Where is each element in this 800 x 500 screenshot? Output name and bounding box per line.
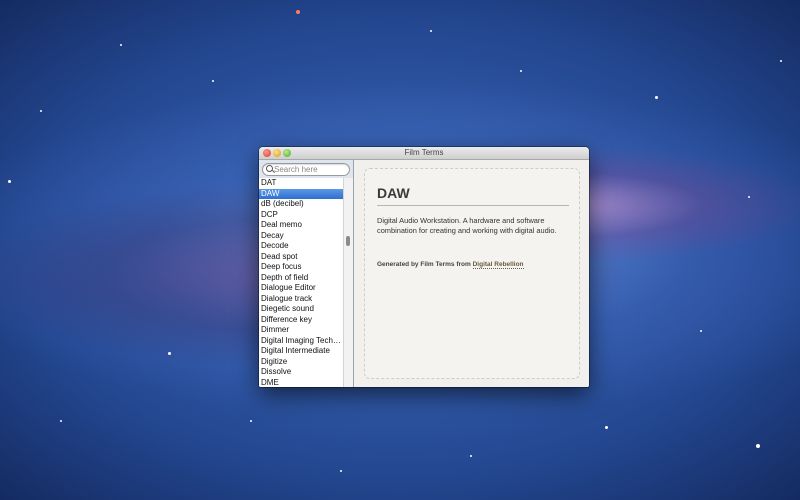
- digital-rebellion-link[interactable]: Digital Rebellion: [472, 261, 524, 269]
- list-item[interactable]: Decay: [259, 231, 343, 242]
- film-terms-window: Film Terms DATDAWdB (decibel)DCPDeal mem…: [259, 147, 589, 387]
- list-item[interactable]: Difference key: [259, 315, 343, 326]
- window-title: Film Terms: [404, 148, 444, 157]
- list-item[interactable]: Dead spot: [259, 252, 343, 263]
- list-item[interactable]: Digitize: [259, 357, 343, 368]
- scroll-thumb[interactable]: [346, 236, 350, 246]
- list-item[interactable]: DCP: [259, 210, 343, 221]
- term-list: DAT DAW dB (decibel) DCP Deal memo Decay Decod…: [259, 178, 343, 387]
- term-card: DAW Digital Audio Workstation. A hardwar…: [364, 168, 580, 379]
- list-item[interactable]: Digital Imaging Tech…: [259, 336, 343, 347]
- list-item[interactable]: Deep focus: [259, 262, 343, 273]
- search-field[interactable]: [262, 163, 350, 176]
- list-item[interactable]: DAT: [259, 178, 343, 189]
- list-item[interactable]: Digital Intermediate: [259, 346, 343, 357]
- title-bar[interactable]: Film Terms: [259, 147, 589, 160]
- list-item[interactable]: DME: [259, 378, 343, 388]
- list-item[interactable]: Depth of field: [259, 273, 343, 284]
- divider: [377, 205, 569, 206]
- list-item[interactable]: dB (decibel): [259, 199, 343, 210]
- generated-prefix: Generated by Film Terms from: [377, 261, 471, 268]
- term-definition: Digital Audio Workstation. A hardware an…: [377, 216, 557, 235]
- list-item[interactable]: Dimmer: [259, 325, 343, 336]
- term-title: DAW: [377, 185, 410, 201]
- generated-by: Generated by Film Terms from Digital Reb…: [377, 261, 524, 269]
- list-item[interactable]: Deal memo: [259, 220, 343, 231]
- list-item[interactable]: DAW: [259, 188, 343, 199]
- search-icon: [266, 165, 273, 172]
- list-item[interactable]: Dialogue Editor: [259, 283, 343, 294]
- list-item[interactable]: Dialogue track: [259, 294, 343, 305]
- list-item[interactable]: Dissolve: [259, 367, 343, 378]
- search-input[interactable]: [274, 164, 346, 175]
- sidebar: DATDAWdB (decibel)DCPDeal memoDecayDecod…: [259, 160, 354, 387]
- list-item[interactable]: Decode: [259, 241, 343, 252]
- list-item[interactable]: Diegetic sound: [259, 304, 343, 315]
- term-list-scrollbar[interactable]: [343, 178, 353, 387]
- detail-pane: DAW Digital Audio Workstation. A hardwar…: [354, 160, 589, 387]
